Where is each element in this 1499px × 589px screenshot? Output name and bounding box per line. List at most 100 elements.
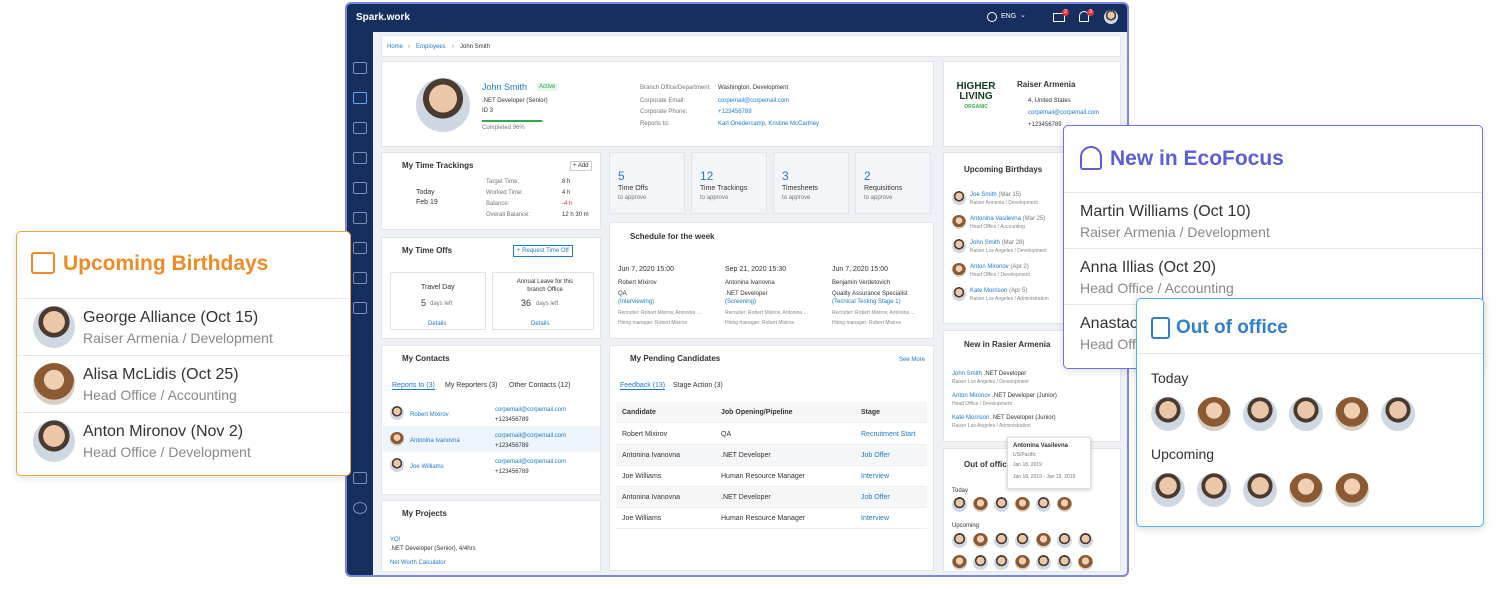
stat-tile[interactable]: 5 Time Offs to approve [609,152,685,214]
ooo-avatar[interactable] [952,497,967,512]
email-value[interactable]: corpemail@corpemail.com [718,97,789,105]
birthday-person[interactable]: Anton Mironov [970,264,1009,270]
settings-icon[interactable] [353,502,367,514]
table-row[interactable]: Robert Mixirov QA Recruitment Start [616,424,927,445]
ooo-avatar[interactable] [973,533,988,548]
contact-name[interactable]: Joe Williams [410,463,444,471]
ooo-avatar[interactable] [1057,533,1072,548]
contact-email[interactable]: corpemail@corpemail.com [495,458,566,466]
table-cell[interactable]: Job Offer [861,452,890,459]
table-cell[interactable]: Interview [861,515,889,522]
ooo-avatar[interactable] [1078,533,1093,548]
language-select[interactable]: ENG [1001,13,1016,20]
clipboard-icon[interactable] [353,242,367,254]
hierarchy-icon[interactable] [353,272,367,284]
contact-email[interactable]: corpemail@corpemail.com [495,406,566,414]
birthday-name[interactable]: Joe Smith (Mar 15) [970,191,1021,199]
new-item[interactable]: Anton Mironov .NET Developer (Junior) [952,392,1057,400]
birthday-person[interactable]: George Alliance [83,309,200,326]
new-name[interactable]: Anton Mironov [952,393,991,399]
ooo-avatar[interactable] [973,497,988,512]
table-cell[interactable]: Interview [861,473,889,480]
stat-tile[interactable]: 3 Timesheets to approve [773,152,849,214]
globe-icon[interactable] [987,12,997,22]
project-name[interactable]: YO! [390,536,400,544]
schedule-stage[interactable]: (Tecnical Testing Stage 1) [832,298,936,306]
breadcrumb-home[interactable]: Home [387,43,403,51]
ooo-avatar[interactable] [1335,473,1369,507]
ooo-avatar[interactable] [1243,473,1277,507]
ooo-avatar[interactable] [973,555,988,570]
birthday-name[interactable]: Kate Morrison (Apr 5) [970,287,1027,295]
schedule-stage[interactable]: (Screening) [725,298,829,306]
ooo-avatar[interactable] [994,533,1009,548]
ooo-avatar[interactable] [1015,555,1030,570]
ooo-avatar[interactable] [1015,497,1030,512]
table-row[interactable]: Joe Williams Human Resource Manager Interv… [616,508,927,529]
ooo-avatar[interactable] [1197,473,1231,507]
ooo-avatar[interactable] [1036,497,1051,512]
ooo-avatar[interactable] [1335,397,1369,431]
ooo-avatar[interactable] [1243,397,1277,431]
new-name[interactable]: John Smith [952,371,982,377]
details-link[interactable]: Details [428,320,446,328]
birthday-name[interactable]: Antonina Vasilevna (Mar 25) [970,215,1045,223]
schedule-stage[interactable]: (Interviewing) [618,298,722,306]
ooo-avatar[interactable] [1057,497,1072,512]
stat-tile[interactable]: 12 Time Trackings to approve [691,152,767,214]
ooo-avatar[interactable] [1289,397,1323,431]
chevron-down-icon[interactable]: ⌄ [1020,11,1026,19]
table-row[interactable]: Antonina Ivanovna .NET Developer Job Offer [616,445,927,466]
birthday-name[interactable]: Anton Mironov (Nov 2) [83,423,243,441]
bookmark-icon[interactable] [353,62,367,74]
new-item[interactable]: John Smith .NET Developer [952,370,1026,378]
add-time-button[interactable]: + Add [570,161,592,171]
birthday-person[interactable]: Joe Smith [970,192,997,198]
new-item[interactable]: Kate Morrison .NET Developer (Junior) [952,414,1056,422]
tab-feedback[interactable]: Feedback (13) [620,382,666,390]
contact-name[interactable]: Robert Mixirov [410,411,449,419]
request-time-off-button[interactable]: + Request Time Off [513,245,573,257]
tab-reports-to[interactable]: Reports to (3) [392,382,435,390]
new-name[interactable]: Anastac [1080,315,1138,333]
ooo-avatar[interactable] [1057,555,1072,570]
ooo-avatar[interactable] [1197,397,1231,431]
ooo-avatar[interactable] [1078,555,1093,570]
birthday-person[interactable]: John Smith [970,240,1000,246]
table-row[interactable]: Antonina Ivanovna .NET Developer Job Offer [616,487,927,508]
people-icon[interactable] [353,92,367,104]
birthday-name[interactable]: Alisa McLidis (Oct 25) [83,366,239,384]
phone-value[interactable]: +123456789 [718,108,752,116]
ooo-avatar[interactable] [1036,555,1051,570]
ooo-avatar[interactable] [952,533,967,548]
birthday-name[interactable]: Anton Mironov (Apr 2) [970,263,1029,271]
stat-tile[interactable]: 2 Requisitions to approve [855,152,931,214]
table-row[interactable]: Joe Williams Human Resource Manager Interv… [616,466,927,487]
breadcrumb-employees[interactable]: Employees [416,43,446,51]
see-more-link[interactable]: See More [899,356,925,364]
calendar-icon[interactable] [353,152,367,164]
tab-my-reporters[interactable]: My Reporters (3) [445,382,498,389]
ooo-avatar[interactable] [1036,533,1051,548]
ooo-avatar[interactable] [994,497,1009,512]
birthday-name[interactable]: John Smith (Mar 28) [970,239,1024,247]
contact-name[interactable]: Antonina Ivanovna [410,437,460,445]
ooo-avatar[interactable] [1151,397,1185,431]
grid-icon[interactable] [353,472,367,484]
reports-value[interactable]: Karl Onedercamp, Kristine McCartney [718,120,819,128]
ooo-avatar[interactable] [1015,533,1030,548]
ooo-avatar[interactable] [1151,473,1185,507]
company-email[interactable]: corpemail@corpemail.com [1028,109,1099,117]
app-logo[interactable]: Spark.work [356,12,410,23]
document-icon[interactable] [353,302,367,314]
chart-icon[interactable] [353,212,367,224]
birthday-person[interactable]: Anton Mironov [83,423,191,440]
new-name[interactable]: Kate Morrison [952,415,989,421]
birthday-person[interactable]: Alisa McLidis [83,366,181,383]
table-cell[interactable]: Recruitment Start [861,431,915,438]
new-name[interactable]: Martin Williams (Oct 10) [1080,203,1251,221]
birthday-person[interactable]: Antonina Vasilevna [970,216,1021,222]
ooo-avatar[interactable] [1289,473,1323,507]
ooo-avatar[interactable] [994,555,1009,570]
briefcase-icon[interactable] [353,122,367,134]
